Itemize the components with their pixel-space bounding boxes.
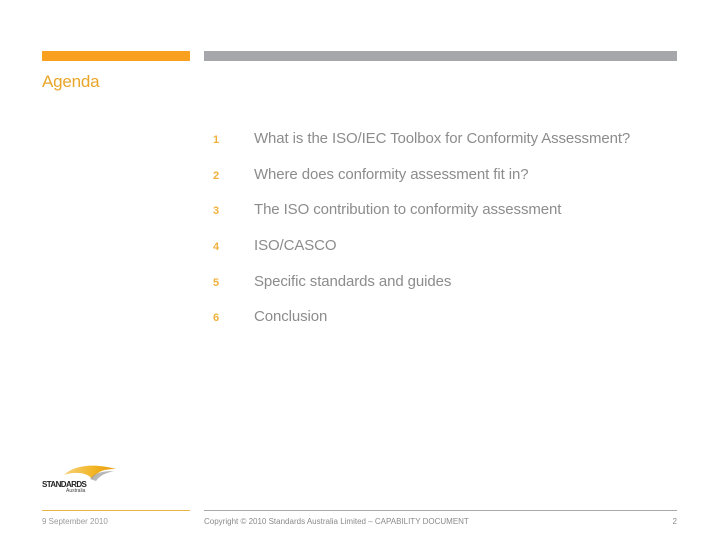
footer-divider-left — [42, 510, 190, 511]
logo-subtext: Australia — [66, 488, 86, 494]
agenda-item: 1 What is the ISO/IEC Toolbox for Confor… — [213, 130, 630, 166]
agenda-item: 3 The ISO contribution to conformity ass… — [213, 201, 630, 237]
standards-australia-logo: STANDARDS Australia — [42, 463, 118, 497]
header-accent-bar — [42, 51, 190, 61]
agenda-item: 4 ISO/CASCO — [213, 237, 630, 273]
header-title-bar — [204, 51, 677, 61]
agenda-item-label: Specific standards and guides — [254, 272, 452, 290]
agenda-item: 6 Conclusion — [213, 308, 630, 344]
agenda-item-label: ISO/CASCO — [254, 237, 337, 255]
footer-divider-right — [204, 510, 677, 511]
slide-title: Agenda — [42, 72, 100, 91]
page-number: 2 — [672, 517, 677, 526]
agenda-item: 2 Where does conformity assessment fit i… — [213, 166, 630, 202]
footer-copyright: Copyright © 2010 Standards Australia Lim… — [204, 517, 469, 526]
agenda-item-label: The ISO contribution to conformity asses… — [254, 201, 562, 219]
agenda-item-label: Where does conformity assessment fit in? — [254, 165, 529, 183]
agenda-item: 5 Specific standards and guides — [213, 273, 630, 309]
footer-date: 9 September 2010 — [42, 517, 108, 526]
agenda-item-number: 4 — [213, 241, 220, 254]
agenda-item-label: Conclusion — [254, 308, 328, 326]
agenda-item-number: 5 — [213, 276, 220, 289]
agenda-item-number: 1 — [213, 134, 220, 146]
agenda-item-number: 2 — [213, 169, 220, 182]
agenda-item-number: 3 — [213, 205, 220, 218]
agenda-item-number: 6 — [213, 312, 220, 325]
agenda-item-label: What is the ISO/IEC Toolbox for Conformi… — [254, 130, 631, 147]
agenda-list: 1 What is the ISO/IEC Toolbox for Confor… — [213, 130, 630, 344]
